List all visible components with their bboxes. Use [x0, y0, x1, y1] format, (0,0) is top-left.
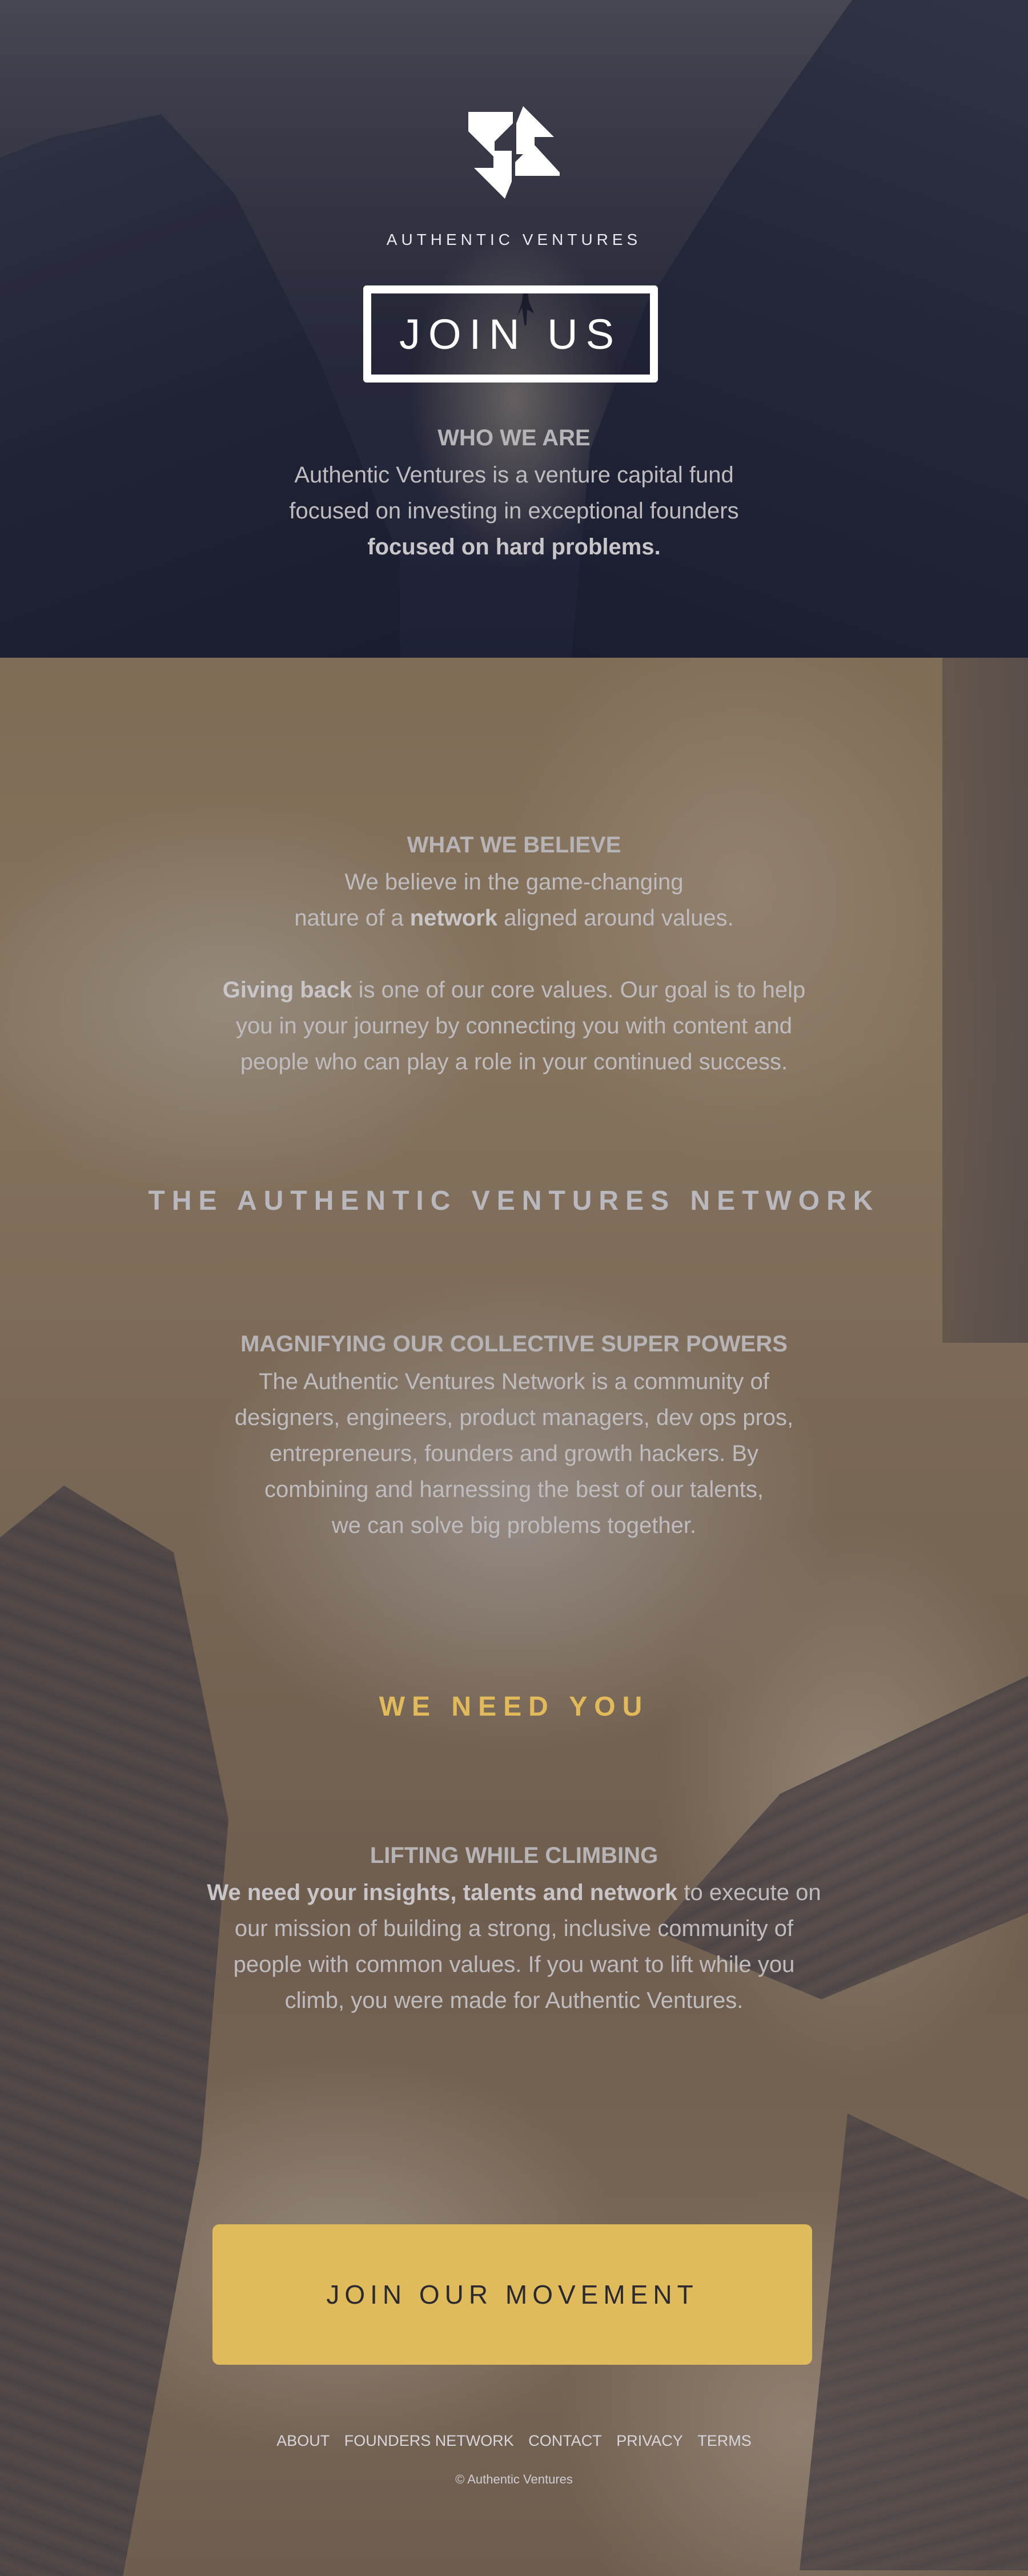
- network-line: combining and harnessing the best of our…: [264, 1477, 764, 1502]
- network-line: we can solve big problems together.: [331, 1513, 697, 1538]
- brand-name: AUTHENTIC VENTURES: [386, 231, 642, 248]
- lifting-subtitle: LIFTING WHILE CLIMBING: [370, 1843, 658, 1868]
- network-text: The Authentic Ventures Network is a comm…: [0, 1364, 1028, 1544]
- network-line: entrepreneurs, founders and growth hacke…: [269, 1441, 759, 1466]
- what-we-believe-title: WHAT WE BELIEVE: [407, 832, 621, 858]
- hero-section: AUTHENTIC VENTURES JOIN US WHO WE ARE Au…: [0, 0, 1028, 658]
- network-line: designers, engineers, product managers, …: [234, 1405, 794, 1430]
- who-we-are-line: Authentic Ventures is a venture capital …: [294, 462, 734, 488]
- who-we-are-text: Authentic Ventures is a venture capital …: [0, 457, 1028, 565]
- footer-link-terms[interactable]: TERMS: [697, 2432, 752, 2449]
- join-our-movement-button[interactable]: JOIN OUR MOVEMENT: [212, 2224, 812, 2365]
- copyright: © Authentic Ventures: [455, 2472, 573, 2486]
- what-we-believe-text: We believe in the game-changing nature o…: [0, 864, 1028, 1080]
- believe-line: people who can play a role in your conti…: [240, 1049, 788, 1074]
- need-line: our mission of building a strong, inclus…: [234, 1916, 794, 1941]
- footer-nav: ABOUT FOUNDERS NETWORK CONTACT PRIVACY T…: [0, 2432, 1028, 2450]
- believe-line: nature of a network aligned around value…: [294, 905, 734, 931]
- we-need-you-text: We need your insights, talents and netwo…: [0, 1875, 1028, 2019]
- who-we-are-title: WHO WE ARE: [437, 425, 591, 450]
- believe-line: Giving back is one of our core values. O…: [222, 977, 806, 1003]
- network-line: The Authentic Ventures Network is a comm…: [259, 1369, 769, 1394]
- footer-link-about[interactable]: ABOUT: [276, 2432, 330, 2449]
- footer-link-privacy[interactable]: PRIVACY: [616, 2432, 683, 2449]
- pinwheel-logo-icon: [468, 106, 560, 199]
- footer-link-contact[interactable]: CONTACT: [528, 2432, 602, 2449]
- network-subtitle: MAGNIFYING OUR COLLECTIVE SUPER POWERS: [240, 1331, 788, 1357]
- join-us-button[interactable]: JOIN US: [363, 285, 658, 383]
- who-we-are-line: focused on hard problems.: [367, 534, 661, 560]
- need-line: climb, you were made for Authentic Ventu…: [284, 1988, 744, 2013]
- believe-line: you in your journey by connecting you wi…: [236, 1013, 792, 1039]
- network-title: THE AUTHENTIC VENTURES NETWORK: [148, 1186, 880, 1216]
- believe-line: We believe in the game-changing: [344, 870, 684, 895]
- who-we-are-line: focused on investing in exceptional foun…: [289, 498, 739, 524]
- we-need-you-title: WE NEED YOU: [379, 1692, 649, 1722]
- need-line: We need your insights, talents and netwo…: [207, 1880, 821, 1905]
- need-line: people with common values. If you want t…: [233, 1952, 795, 1977]
- footer-link-founders-network[interactable]: FOUNDERS NETWORK: [344, 2432, 514, 2449]
